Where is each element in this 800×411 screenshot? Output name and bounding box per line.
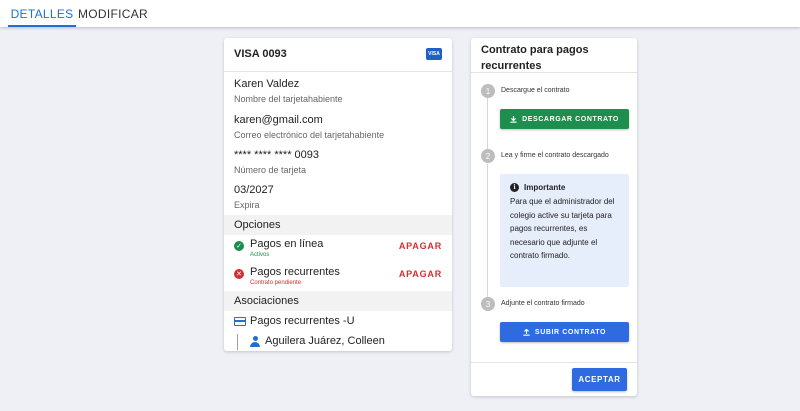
association-plan[interactable]: Pagos recurrentes -U	[234, 315, 355, 327]
info-icon: i	[510, 183, 519, 192]
tab-modify[interactable]: MODIFICAR	[78, 0, 148, 27]
associations-section-header: Asociaciones	[224, 291, 452, 311]
step-1-label: Descargue el contrato	[501, 87, 570, 94]
step-3-label: Adjunte el contrato firmado	[501, 300, 585, 307]
option-online-payments: ✓ Pagos en línea Activos APAGAR	[234, 238, 446, 262]
options-title: Opciones	[234, 219, 281, 231]
visa-logo-icon: VISA	[426, 48, 442, 60]
card-title: VISA 0093	[234, 48, 287, 60]
download-contract-label: DESCARGAR CONTRATO	[522, 115, 619, 123]
credit-card-icon	[234, 317, 246, 326]
email-label: Correo electrónico del tarjetahabiente	[234, 130, 385, 140]
turn-off-recurring-payments-button[interactable]: APAGAR	[399, 269, 442, 279]
holder-name-value: Karen Valdez	[234, 78, 300, 90]
footer-divider	[471, 362, 637, 363]
step-connector	[487, 164, 488, 297]
card-details-panel: VISA 0093 VISA Karen Valdez Nombre del t…	[224, 38, 452, 351]
card-header: VISA 0093 VISA	[224, 38, 452, 72]
download-contract-button[interactable]: DESCARGAR CONTRATO	[500, 109, 629, 129]
upload-icon	[523, 328, 530, 336]
tree-connector	[237, 334, 238, 350]
notice-header: i Importante	[510, 183, 620, 192]
email-field: karen@gmail.com Correo electrónico del t…	[234, 114, 384, 140]
association-person[interactable]: Aguilera Juárez, Colleen	[250, 335, 385, 347]
step-2-label: Lea y firme el contrato descargado	[501, 152, 609, 159]
card-number-field: **** **** **** 0093 Número de tarjeta	[234, 149, 319, 175]
contract-title: Contrato para pagos recurrentes	[481, 44, 589, 72]
notice-title: Importante	[524, 183, 566, 192]
tab-details[interactable]: DETALLES	[8, 0, 76, 27]
option-status: Activos	[250, 252, 270, 258]
person-icon	[250, 336, 260, 347]
option-label: Pagos en línea	[250, 238, 324, 250]
holder-name-label: Nombre del tarjetahabiente	[234, 94, 343, 104]
turn-off-online-payments-button[interactable]: APAGAR	[399, 241, 442, 251]
upload-contract-button[interactable]: SUBIR CONTRATO	[500, 322, 629, 342]
step-3-badge: 3	[481, 297, 495, 311]
option-recurring-payments: ✕ Pagos recurrentes Contrato pendiente A…	[234, 266, 446, 290]
expiry-field: 03/2027 Expira	[234, 184, 274, 210]
contract-header: Contrato para pagos recurrentes	[471, 38, 637, 73]
association-plan-label: Pagos recurrentes -U	[250, 315, 355, 327]
step-connector	[487, 98, 488, 149]
top-tab-bar: DETALLES MODIFICAR	[0, 0, 800, 27]
important-notice: i Importante Para que el administrador d…	[500, 174, 629, 287]
download-icon	[510, 115, 517, 123]
card-number-value: **** **** **** 0093	[234, 149, 320, 161]
step-1-badge: 1	[481, 84, 495, 98]
association-person-label: Aguilera Juárez, Colleen	[265, 335, 385, 347]
accept-button[interactable]: ACEPTAR	[572, 368, 627, 391]
card-number-label: Número de tarjeta	[234, 165, 307, 175]
expiry-value: 03/2027	[234, 184, 274, 196]
upload-contract-label: SUBIR CONTRATO	[534, 328, 607, 336]
contract-panel: Contrato para pagos recurrentes 1 Descar…	[471, 38, 637, 396]
step-2-badge: 2	[481, 149, 495, 163]
options-section-header: Opciones	[224, 215, 452, 235]
expiry-label: Expira	[234, 200, 260, 210]
option-status: Contrato pendiente	[250, 280, 302, 286]
option-label: Pagos recurrentes	[250, 266, 340, 278]
associations-title: Asociaciones	[234, 295, 299, 307]
holder-name-field: Karen Valdez Nombre del tarjetahabiente	[234, 78, 343, 104]
error-circle-icon: ✕	[234, 269, 244, 279]
notice-body: Para que el administrador del colegio ac…	[510, 197, 615, 261]
check-circle-icon: ✓	[234, 241, 244, 251]
email-value: karen@gmail.com	[234, 114, 323, 126]
